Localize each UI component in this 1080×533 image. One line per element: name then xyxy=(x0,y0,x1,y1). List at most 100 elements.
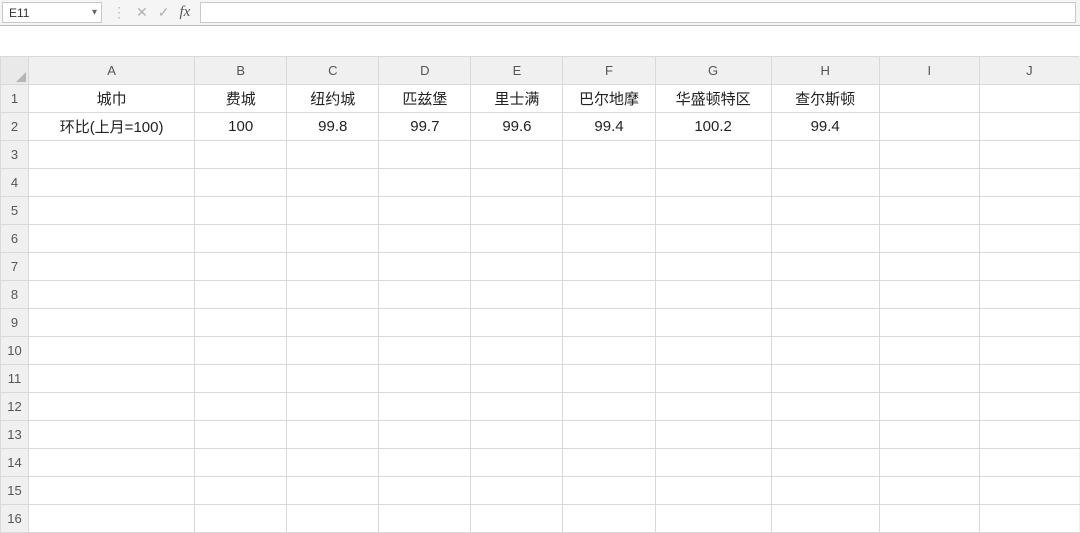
cell-A1[interactable]: 城巾 xyxy=(29,85,195,113)
cell-E4[interactable] xyxy=(471,169,563,197)
cell-F14[interactable] xyxy=(563,449,655,477)
cell-J10[interactable] xyxy=(979,337,1079,365)
cell-A12[interactable] xyxy=(29,393,195,421)
cell-C16[interactable] xyxy=(287,505,379,533)
cell-J5[interactable] xyxy=(979,197,1079,225)
cell-J13[interactable] xyxy=(979,421,1079,449)
name-box[interactable]: E11 ▾ xyxy=(2,2,102,23)
cell-A11[interactable] xyxy=(29,365,195,393)
cell-C14[interactable] xyxy=(287,449,379,477)
cell-E3[interactable] xyxy=(471,141,563,169)
cell-G1[interactable]: 华盛顿特区 xyxy=(655,85,771,113)
col-head-C[interactable]: C xyxy=(287,57,379,85)
cell-I9[interactable] xyxy=(879,309,979,337)
cell-J9[interactable] xyxy=(979,309,1079,337)
select-all-corner[interactable] xyxy=(1,57,29,85)
cell-H9[interactable] xyxy=(771,309,879,337)
cell-C4[interactable] xyxy=(287,169,379,197)
cell-B5[interactable] xyxy=(195,197,287,225)
cell-I10[interactable] xyxy=(879,337,979,365)
col-head-G[interactable]: G xyxy=(655,57,771,85)
cell-A7[interactable] xyxy=(29,253,195,281)
cell-J3[interactable] xyxy=(979,141,1079,169)
cell-G5[interactable] xyxy=(655,197,771,225)
row-head-9[interactable]: 9 xyxy=(1,309,29,337)
cell-E11[interactable] xyxy=(471,365,563,393)
cell-I5[interactable] xyxy=(879,197,979,225)
cell-A5[interactable] xyxy=(29,197,195,225)
cell-G13[interactable] xyxy=(655,421,771,449)
cell-B10[interactable] xyxy=(195,337,287,365)
col-head-E[interactable]: E xyxy=(471,57,563,85)
cell-F16[interactable] xyxy=(563,505,655,533)
cell-B8[interactable] xyxy=(195,281,287,309)
cell-G16[interactable] xyxy=(655,505,771,533)
cell-H5[interactable] xyxy=(771,197,879,225)
cell-C8[interactable] xyxy=(287,281,379,309)
cell-I14[interactable] xyxy=(879,449,979,477)
row-head-13[interactable]: 13 xyxy=(1,421,29,449)
cell-G14[interactable] xyxy=(655,449,771,477)
cell-E2[interactable]: 99.6 xyxy=(471,113,563,141)
cell-B9[interactable] xyxy=(195,309,287,337)
cell-I4[interactable] xyxy=(879,169,979,197)
row-head-4[interactable]: 4 xyxy=(1,169,29,197)
cell-H14[interactable] xyxy=(771,449,879,477)
cell-A4[interactable] xyxy=(29,169,195,197)
cell-J14[interactable] xyxy=(979,449,1079,477)
cell-B1[interactable]: 费城 xyxy=(195,85,287,113)
cell-A16[interactable] xyxy=(29,505,195,533)
cell-H10[interactable] xyxy=(771,337,879,365)
cell-J4[interactable] xyxy=(979,169,1079,197)
worksheet[interactable]: A B C D E F G H I J 1城巾费城纽约城匹兹堡里士满巴尔地摩华盛… xyxy=(0,56,1080,533)
cell-I12[interactable] xyxy=(879,393,979,421)
cell-C9[interactable] xyxy=(287,309,379,337)
cell-A9[interactable] xyxy=(29,309,195,337)
cell-F9[interactable] xyxy=(563,309,655,337)
cell-B2[interactable]: 100 xyxy=(195,113,287,141)
cell-G9[interactable] xyxy=(655,309,771,337)
cancel-icon[interactable]: ✕ xyxy=(136,4,148,21)
cell-I2[interactable] xyxy=(879,113,979,141)
cell-F13[interactable] xyxy=(563,421,655,449)
cell-D10[interactable] xyxy=(379,337,471,365)
cell-D6[interactable] xyxy=(379,225,471,253)
cell-A8[interactable] xyxy=(29,281,195,309)
fx-icon[interactable]: fx xyxy=(179,4,190,21)
cell-A10[interactable] xyxy=(29,337,195,365)
cell-F10[interactable] xyxy=(563,337,655,365)
cell-D16[interactable] xyxy=(379,505,471,533)
cell-D11[interactable] xyxy=(379,365,471,393)
cell-F15[interactable] xyxy=(563,477,655,505)
col-head-I[interactable]: I xyxy=(879,57,979,85)
cell-I16[interactable] xyxy=(879,505,979,533)
col-head-H[interactable]: H xyxy=(771,57,879,85)
cell-B7[interactable] xyxy=(195,253,287,281)
cell-H4[interactable] xyxy=(771,169,879,197)
row-head-12[interactable]: 12 xyxy=(1,393,29,421)
row-head-2[interactable]: 2 xyxy=(1,113,29,141)
cell-E7[interactable] xyxy=(471,253,563,281)
cell-G3[interactable] xyxy=(655,141,771,169)
cell-D12[interactable] xyxy=(379,393,471,421)
name-box-dropdown-icon[interactable]: ▾ xyxy=(92,7,97,18)
row-head-14[interactable]: 14 xyxy=(1,449,29,477)
cell-D13[interactable] xyxy=(379,421,471,449)
cell-F8[interactable] xyxy=(563,281,655,309)
cell-E9[interactable] xyxy=(471,309,563,337)
cell-G11[interactable] xyxy=(655,365,771,393)
cell-F6[interactable] xyxy=(563,225,655,253)
cell-H16[interactable] xyxy=(771,505,879,533)
cell-A13[interactable] xyxy=(29,421,195,449)
cell-F2[interactable]: 99.4 xyxy=(563,113,655,141)
cell-I15[interactable] xyxy=(879,477,979,505)
cell-H13[interactable] xyxy=(771,421,879,449)
cell-A15[interactable] xyxy=(29,477,195,505)
row-head-5[interactable]: 5 xyxy=(1,197,29,225)
cell-E5[interactable] xyxy=(471,197,563,225)
cell-E14[interactable] xyxy=(471,449,563,477)
cell-C13[interactable] xyxy=(287,421,379,449)
cell-D14[interactable] xyxy=(379,449,471,477)
cell-I13[interactable] xyxy=(879,421,979,449)
col-head-D[interactable]: D xyxy=(379,57,471,85)
